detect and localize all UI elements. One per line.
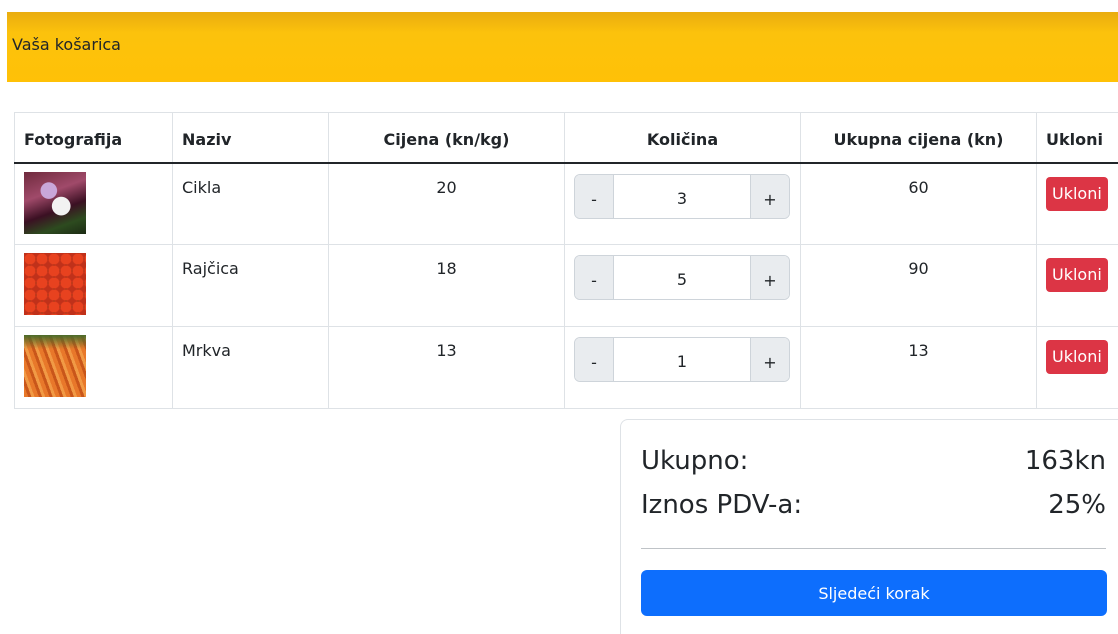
summary-divider (641, 548, 1106, 549)
summary-total-row: Ukupno: 163kn (641, 446, 1106, 476)
decrease-quantity-button[interactable]: - (575, 256, 613, 299)
table-row: Cikla 20 - 3 + 60 Ukloni (15, 163, 1118, 245)
increase-quantity-button[interactable]: + (751, 338, 789, 381)
increase-quantity-button[interactable]: + (751, 256, 789, 299)
remove-button[interactable]: Ukloni (1046, 340, 1108, 374)
decrease-quantity-button[interactable]: - (575, 338, 613, 381)
product-total: 13 (801, 327, 1037, 409)
column-header-total: Ukupna cijena (kn) (801, 113, 1037, 163)
product-name: Rajčica (173, 245, 329, 327)
summary-total-label: Ukupno: (641, 446, 748, 476)
next-step-button[interactable]: Sljedeći korak (641, 570, 1107, 616)
increase-quantity-button[interactable]: + (751, 175, 789, 218)
summary-total-value: 163kn (1025, 446, 1106, 476)
cart-table: Fotografija Naziv Cijena (kn/kg) Količin… (14, 112, 1118, 409)
carrot-photo (24, 335, 86, 397)
remove-button[interactable]: Ukloni (1046, 258, 1108, 292)
quantity-input[interactable]: 5 (613, 256, 751, 299)
beet-photo (24, 172, 86, 234)
product-name: Mrkva (173, 327, 329, 409)
product-name: Cikla (173, 163, 329, 245)
photo-cell (15, 245, 173, 327)
quantity-stepper: - 3 + (574, 174, 790, 219)
column-header-name: Naziv (173, 113, 329, 163)
remove-cell: Ukloni (1037, 163, 1118, 245)
product-price: 18 (329, 245, 565, 327)
table-row: Mrkva 13 - 1 + 13 Ukloni (15, 327, 1118, 409)
summary-vat-row: Iznos PDV-a: 25% (641, 490, 1106, 520)
photo-cell (15, 327, 173, 409)
table-header-row: Fotografija Naziv Cijena (kn/kg) Količin… (15, 113, 1118, 163)
quantity-cell: - 1 + (565, 327, 801, 409)
quantity-cell: - 3 + (565, 163, 801, 245)
cart-header-bar: Vaša košarica (7, 12, 1118, 82)
quantity-stepper: - 1 + (574, 337, 790, 382)
summary-vat-value: 25% (1048, 490, 1106, 520)
remove-cell: Ukloni (1037, 327, 1118, 409)
decrease-quantity-button[interactable]: - (575, 175, 613, 218)
quantity-input[interactable]: 1 (613, 338, 751, 381)
tomato-photo (24, 253, 86, 315)
product-total: 60 (801, 163, 1037, 245)
column-header-remove: Ukloni (1037, 113, 1118, 163)
summary-vat-label: Iznos PDV-a: (641, 490, 802, 520)
table-row: Rajčica 18 - 5 + 90 Ukloni (15, 245, 1118, 327)
quantity-cell: - 5 + (565, 245, 801, 327)
column-header-photo: Fotografija (15, 113, 173, 163)
column-header-price: Cijena (kn/kg) (329, 113, 565, 163)
column-header-quantity: Količina (565, 113, 801, 163)
order-summary-card: Ukupno: 163kn Iznos PDV-a: 25% Sljedeći … (620, 419, 1118, 634)
product-price: 20 (329, 163, 565, 245)
quantity-stepper: - 5 + (574, 255, 790, 300)
product-price: 13 (329, 327, 565, 409)
product-total: 90 (801, 245, 1037, 327)
photo-cell (15, 163, 173, 245)
page-title: Vaša košarica (12, 35, 121, 54)
quantity-input[interactable]: 3 (613, 175, 751, 218)
remove-button[interactable]: Ukloni (1046, 177, 1108, 211)
remove-cell: Ukloni (1037, 245, 1118, 327)
